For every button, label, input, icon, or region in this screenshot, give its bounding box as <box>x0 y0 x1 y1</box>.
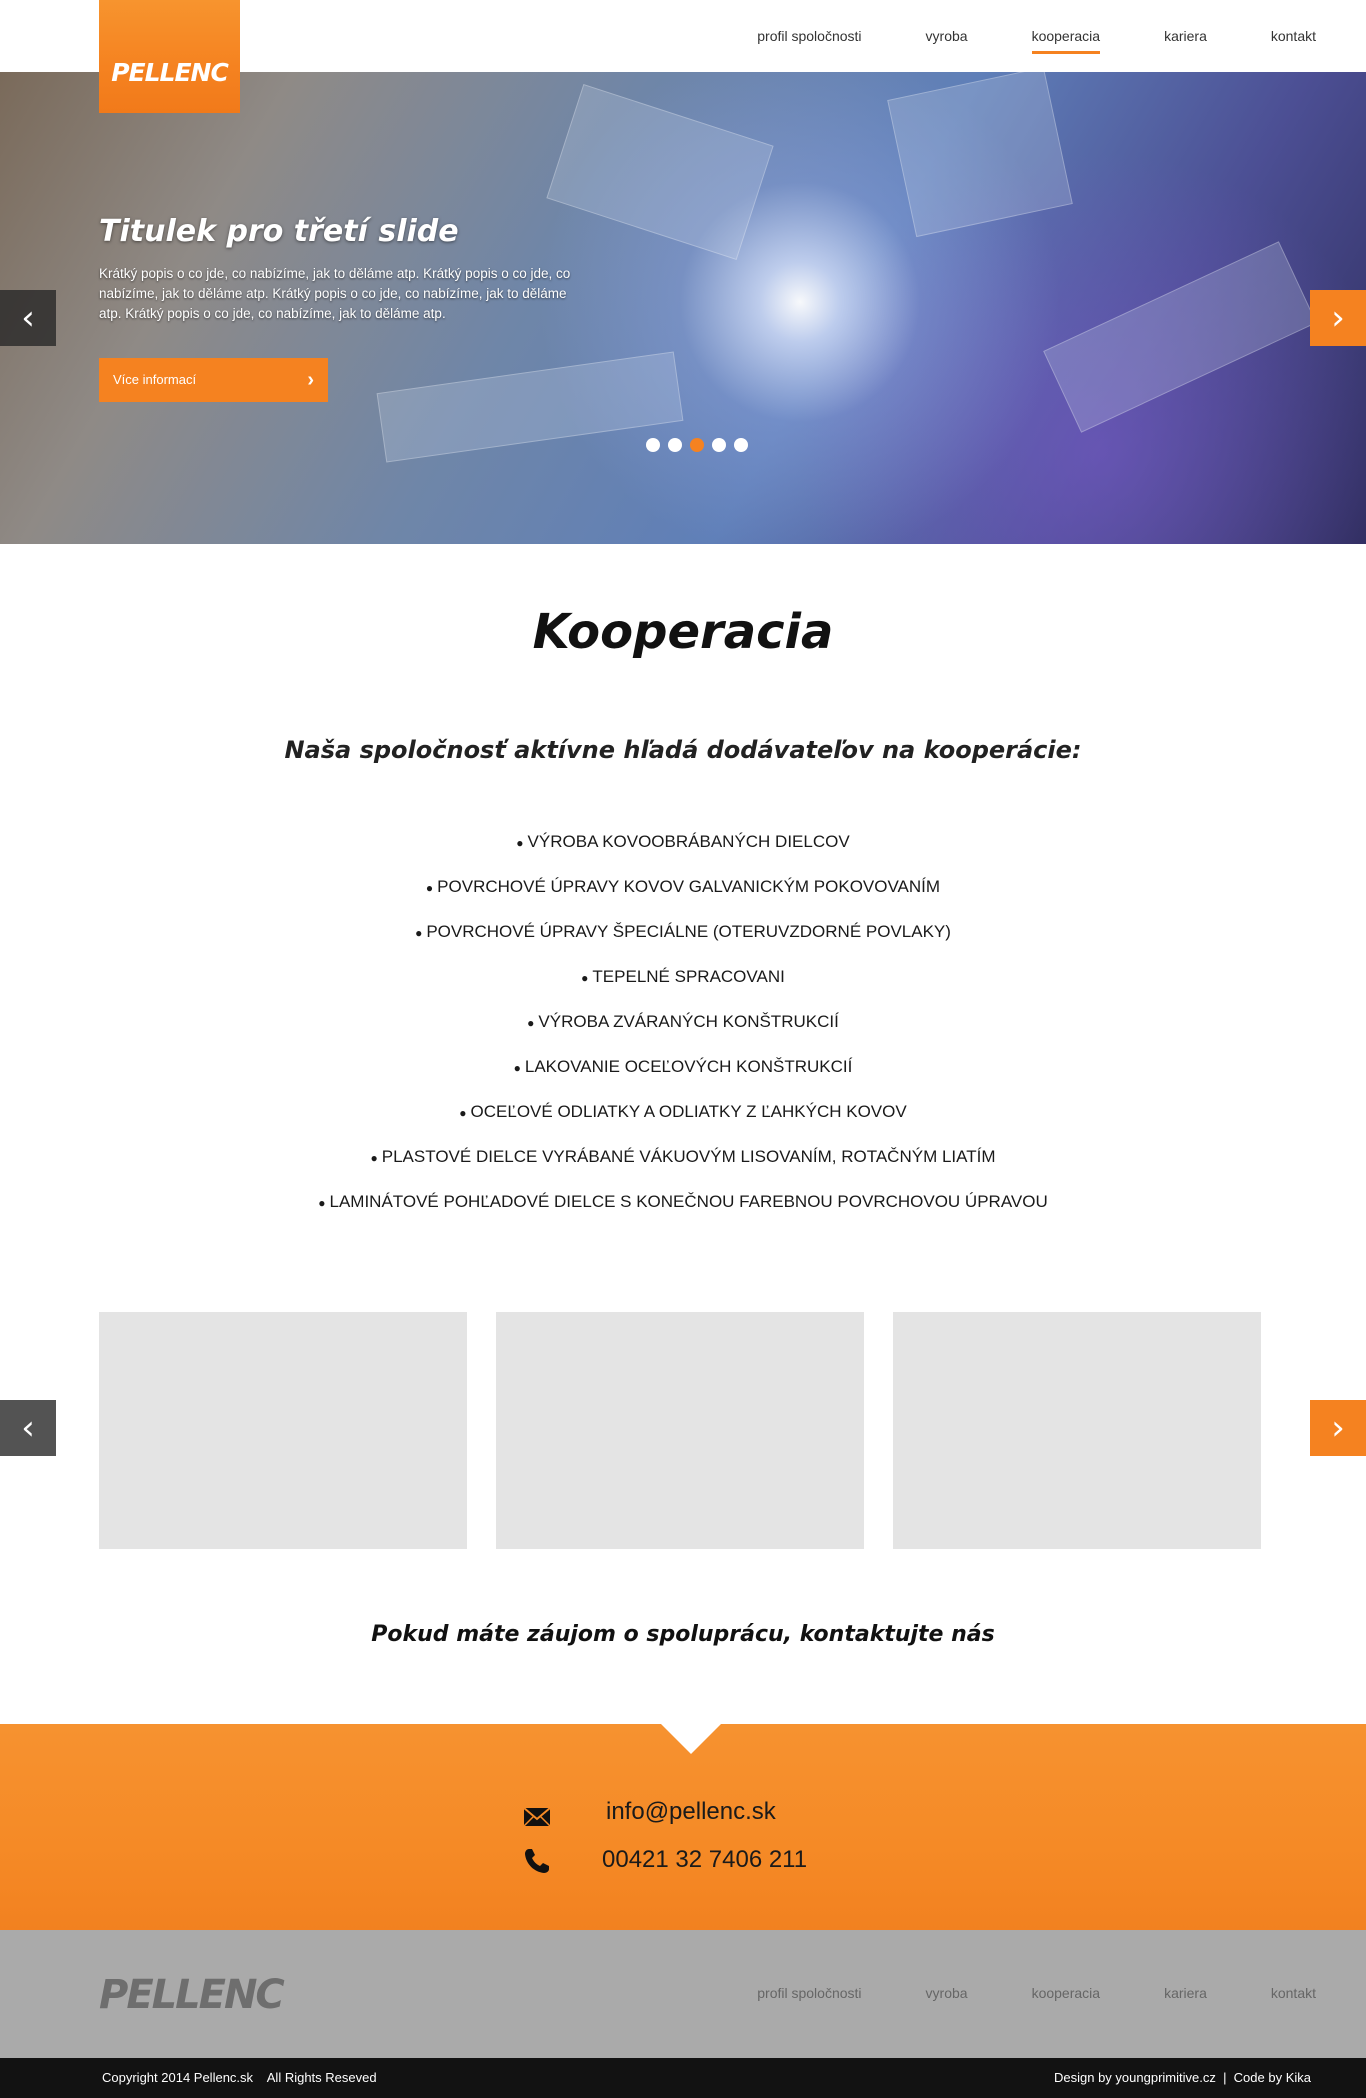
list-item: ● TEPELNÉ SPRACOVANI <box>581 967 785 986</box>
bullet-icon: ● <box>513 1061 521 1075</box>
hero-background-shape <box>376 351 684 463</box>
nav-item-kariera[interactable]: kariera <box>1164 28 1207 54</box>
gallery-image-placeholder[interactable] <box>893 1312 1261 1549</box>
chevron-left-icon: ‹ <box>21 298 35 338</box>
hero-title: Titulek pro třetí slide <box>99 214 459 249</box>
slider-dot[interactable] <box>668 438 682 452</box>
main-nav: profil spoločnosti vyroba kooperacia kar… <box>693 28 1316 54</box>
slider-dot[interactable] <box>712 438 726 452</box>
bullet-icon: ● <box>318 1196 326 1210</box>
bullet-icon: ● <box>581 971 589 985</box>
contact-band: info@pellenc.sk 00421 32 7406 211 <box>0 1724 1366 1930</box>
gallery-image-placeholder[interactable] <box>496 1312 864 1549</box>
list-item: ● LAMINÁTOVÉ POHĽADOVÉ DIELCE S KONEČNOU … <box>318 1192 1048 1211</box>
footer-nav: profil spoločnosti vyroba kooperacia kar… <box>693 1985 1316 2001</box>
list-item: ● POVRCHOVÉ ÚPRAVY ŠPECIÁLNE (OTERUVZDORN… <box>415 922 951 941</box>
bullet-icon: ● <box>527 1016 535 1030</box>
bullet-icon: ● <box>516 836 524 850</box>
contact-call-to-action: Pokud máte záujom o spoluprácu, kontaktu… <box>371 1622 995 1647</box>
bullet-icon: ● <box>370 1151 378 1165</box>
more-info-button[interactable]: Více informací › <box>99 358 328 402</box>
list-item: ● LAKOVANIE OCEĽOVÝCH KONŠTRUKCIÍ <box>513 1057 853 1076</box>
hero-background-shape <box>1043 241 1317 433</box>
slider-dot[interactable] <box>646 438 660 452</box>
more-info-label: Více informací <box>113 372 197 387</box>
nav-item-kooperacia[interactable]: kooperacia <box>1031 28 1100 54</box>
list-item: ● VÝROBA ZVÁRANÝCH KONŠTRUKCIÍ <box>527 1012 839 1031</box>
footer-nav-item-kariera[interactable]: kariera <box>1164 1985 1207 2001</box>
bullet-icon: ● <box>415 926 423 940</box>
footer-nav-item-vyroba[interactable]: vyroba <box>926 1985 968 2001</box>
chevron-right-icon: › <box>1331 1408 1345 1448</box>
hero-background-shape <box>546 84 774 260</box>
list-item: ● POVRCHOVÉ ÚPRAVY KOVOV GALVANICKÝM POKO… <box>425 877 941 896</box>
nav-item-profil[interactable]: profil spoločnosti <box>757 28 861 54</box>
phone-icon <box>525 1849 549 1873</box>
list-item: ● PLASTOVÉ DIELCE VYRÁBANÉ VÁKUOVÝM LISOV… <box>370 1147 996 1166</box>
site-footer: PELLENC profil spoločnosti vyroba kooper… <box>0 1930 1366 2058</box>
bottom-bar: Copyright 2014 Pellenc.sk All Rights Res… <box>0 2058 1366 2098</box>
chevron-left-icon: ‹ <box>21 1408 35 1448</box>
contact-phone[interactable]: 00421 32 7406 211 <box>602 1846 807 1874</box>
cooperation-list: ● VÝROBA KOVOOBRÁBANÝCH DIELCOV ● POVRCHOV… <box>0 832 1366 1237</box>
chevron-right-icon: › <box>1331 298 1345 338</box>
notch-decoration <box>661 1724 721 1754</box>
bullet-icon: ● <box>459 1106 467 1120</box>
slider-next-button[interactable]: › <box>1310 290 1366 346</box>
contact-email-link[interactable]: info@pellenc.sk <box>606 1798 776 1826</box>
footer-logo[interactable]: PELLENC <box>99 1972 285 2018</box>
slider-prev-button[interactable]: ‹ <box>0 290 56 346</box>
footer-nav-item-kooperacia[interactable]: kooperacia <box>1032 1985 1101 2001</box>
hero-background-shape <box>887 72 1073 238</box>
slider-dots <box>646 438 756 452</box>
slider-dot-active[interactable] <box>690 438 704 452</box>
envelope-icon <box>523 1807 551 1827</box>
page-subtitle: Naša spoločnosť aktívne hľadá dodávateľo… <box>284 736 1082 764</box>
chevron-right-icon: › <box>307 369 314 391</box>
credits-text: Design by youngprimitive.cz | Code by Ki… <box>1054 2070 1311 2085</box>
nav-item-vyroba[interactable]: vyroba <box>926 28 968 54</box>
slider-dot[interactable] <box>734 438 748 452</box>
gallery-image-placeholder[interactable] <box>99 1312 467 1549</box>
hero-slider: Titulek pro třetí slide Krátký popis o c… <box>0 72 1366 544</box>
logo[interactable]: PELLENC <box>99 0 240 113</box>
list-item: ● OCEĽOVÉ ODLIATKY A ODLIATKY Z ĽAHKÝCH K… <box>459 1102 907 1121</box>
hero-description: Krátký popis o co jde, co nabízíme, jak … <box>99 266 571 321</box>
gallery-prev-button[interactable]: ‹ <box>0 1400 56 1456</box>
nav-item-kontakt[interactable]: kontakt <box>1271 28 1316 54</box>
footer-nav-item-kontakt[interactable]: kontakt <box>1271 1985 1316 2001</box>
page-title: Kooperacia <box>532 604 834 660</box>
list-item: ● VÝROBA KOVOOBRÁBANÝCH DIELCOV <box>516 832 850 851</box>
copyright-text: Copyright 2014 Pellenc.sk All Rights Res… <box>102 2070 377 2085</box>
gallery-next-button[interactable]: › <box>1310 1400 1366 1456</box>
footer-nav-item-profil[interactable]: profil spoločnosti <box>757 1985 861 2001</box>
logo-text: PELLENC <box>111 58 229 87</box>
bullet-icon: ● <box>425 881 434 895</box>
